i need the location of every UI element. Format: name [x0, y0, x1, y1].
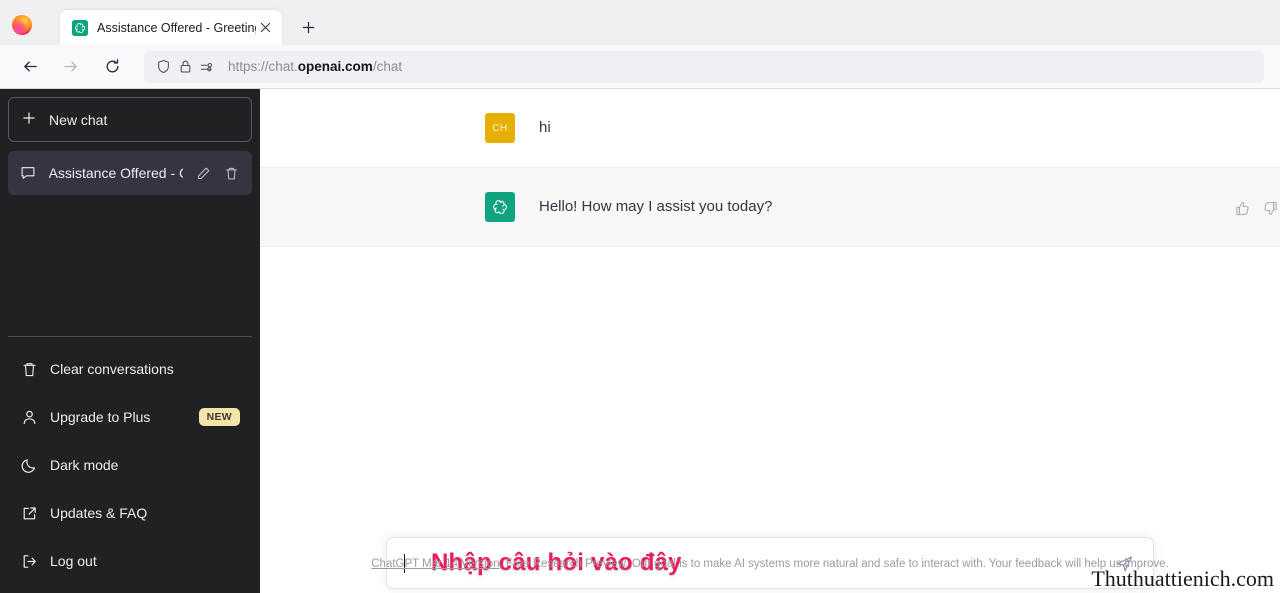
thumbs-up-icon[interactable]	[1232, 198, 1252, 218]
status-badge: NEW	[198, 407, 240, 427]
avatar: CH	[485, 113, 515, 143]
sidebar-item-updates-and-faq[interactable]: Updates & FAQ	[8, 489, 252, 537]
trash-icon[interactable]	[223, 166, 240, 181]
openai-logo-icon	[72, 19, 88, 36]
back-arrow-icon[interactable]	[14, 51, 46, 83]
composer-area: Nhập câu hỏi vào đây ChatGPT Mar 14 Vers…	[260, 537, 1280, 593]
thumbs-down-icon[interactable]	[1260, 198, 1280, 218]
browser-navbar: https://chat.openai.com/chat	[0, 45, 1280, 89]
sidebar-item-label: Log out	[50, 553, 97, 569]
close-icon[interactable]	[256, 19, 274, 37]
shield-icon[interactable]	[152, 56, 174, 78]
url-path: /chat	[372, 59, 403, 74]
trash-icon	[20, 361, 38, 378]
conversation-item[interactable]: Assistance Offered - Gr	[8, 151, 252, 195]
new-chat-label: New chat	[49, 111, 108, 128]
sidebar-item-upgrade-to-plus[interactable]: Upgrade to Plus NEW	[8, 393, 252, 441]
message-text: hi	[539, 119, 551, 136]
sidebar-menu: Clear conversations Upgrade to Plus NEW	[8, 336, 252, 585]
message-row-assistant: Hello! How may I assist you today?	[260, 167, 1280, 247]
conversation-list: Assistance Offered - Gr	[8, 151, 252, 195]
message-feedback-actions	[1232, 198, 1280, 218]
browser-tab-title: Assistance Offered - Greeting.	[97, 20, 256, 35]
new-chat-button[interactable]: New chat	[8, 97, 252, 142]
forward-arrow-icon	[54, 51, 86, 83]
sidebar-item-label: Upgrade to Plus	[50, 409, 151, 425]
external-link-icon	[20, 505, 38, 522]
person-icon	[20, 409, 38, 426]
message-row-user: CH hi	[260, 89, 1280, 167]
new-tab-button[interactable]	[294, 13, 322, 41]
browser-tab[interactable]: Assistance Offered - Greeting.	[60, 10, 282, 45]
footer-text: . Free Research Preview. Our goal is to …	[499, 558, 1169, 570]
openai-logo-icon	[485, 192, 515, 222]
message-text: Hello! How may I assist you today?	[539, 198, 773, 215]
plus-icon	[21, 111, 37, 129]
main-panel: CH hi Hello! How may I assist you today?…	[260, 89, 1280, 593]
message-thread: CH hi Hello! How may I assist you today?	[260, 89, 1280, 247]
chatgpt-app: New chat Assistance Offered - Gr Clear c…	[0, 89, 1280, 593]
version-link[interactable]: ChatGPT Mar 14 Version	[371, 558, 499, 570]
sidebar-item-label: Updates & FAQ	[50, 505, 148, 521]
firefox-logo-icon	[12, 15, 32, 35]
url-domain: openai.com	[297, 59, 373, 74]
browser-tabstrip: Assistance Offered - Greeting.	[0, 0, 1280, 45]
sidebar-item-label: Dark mode	[50, 457, 119, 473]
url-prefix: https://chat.	[228, 59, 298, 74]
moon-icon	[20, 457, 38, 474]
sidebar: New chat Assistance Offered - Gr Clear c…	[0, 89, 260, 593]
sidebar-item-label: Clear conversations	[50, 361, 174, 377]
address-bar-url: https://chat.openai.com/chat	[228, 59, 402, 74]
watermark: Thuthuattienich.com	[1091, 566, 1274, 591]
sidebar-item-clear-conversations[interactable]: Clear conversations	[8, 345, 252, 393]
sidebar-item-dark-mode[interactable]: Dark mode	[8, 441, 252, 489]
lock-icon[interactable]	[174, 56, 196, 78]
conversation-title: Assistance Offered - Gr	[48, 165, 183, 181]
pencil-icon[interactable]	[195, 166, 212, 181]
browser-window: Assistance Offered - Greeting. https://c…	[0, 0, 1280, 593]
logout-icon	[20, 553, 38, 570]
reload-icon[interactable]	[96, 51, 128, 83]
address-bar[interactable]: https://chat.openai.com/chat	[144, 50, 1264, 83]
permissions-icon[interactable]	[196, 56, 218, 78]
chat-bubble-icon	[20, 165, 37, 181]
sidebar-item-log-out[interactable]: Log out	[8, 537, 252, 585]
